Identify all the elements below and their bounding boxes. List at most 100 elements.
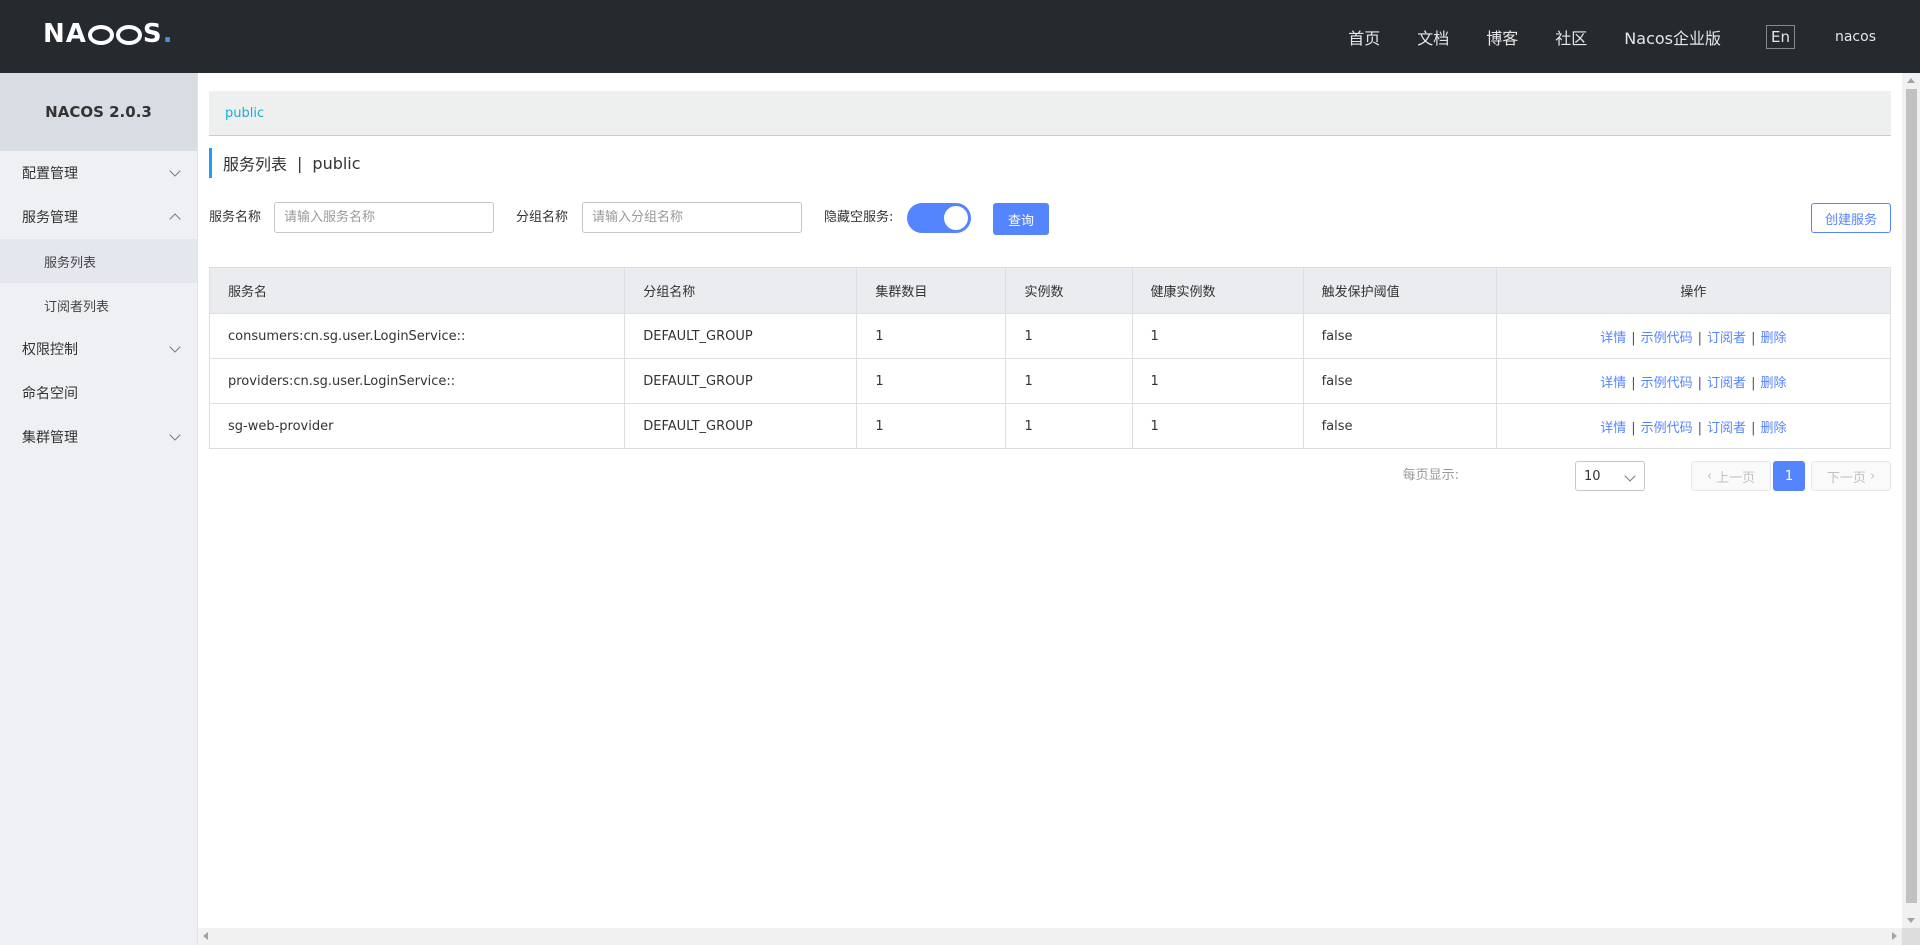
filter-form: 服务名称 分组名称 隐藏空服务: 查询 创建服务 (209, 202, 1891, 235)
delete-link[interactable]: 删除 (1760, 331, 1786, 346)
group-name-label: 分组名称 (516, 210, 569, 225)
sample-code-link[interactable]: 示例代码 (1641, 376, 1693, 391)
sidebar-item-namespace[interactable]: 命名空间 (0, 371, 197, 415)
cell-group-name: DEFAULT_GROUP (624, 358, 858, 404)
cell-protect-threshold: false (1302, 313, 1497, 359)
page-number-1[interactable]: 1 (1773, 461, 1805, 491)
action-separator: | (1631, 330, 1636, 346)
subscribers-link[interactable]: 订阅者 (1707, 421, 1746, 436)
nav-blog[interactable]: 博客 (1486, 25, 1518, 49)
sidebar-item-label: 服务列表 (44, 255, 97, 271)
cell-protect-threshold: false (1302, 358, 1497, 404)
nav-docs[interactable]: 文档 (1417, 25, 1449, 49)
cell-healthy-count: 1 (1131, 403, 1304, 449)
sidebar-item-label: 命名空间 (22, 386, 78, 402)
language-switch[interactable]: En (1766, 24, 1795, 49)
column-header-actions: 操作 (1495, 267, 1892, 314)
cell-cluster-count: 1 (856, 313, 1007, 359)
page-size-select[interactable]: 10 (1575, 461, 1645, 491)
top-nav: 首页 文档 博客 社区 Nacos企业版 En nacos (1348, 0, 1920, 73)
next-page-label: 下一页 (1826, 470, 1866, 486)
cell-cluster-count: 1 (856, 358, 1007, 404)
cell-healthy-count: 1 (1131, 313, 1304, 359)
column-header-service-name: 服务名 (208, 267, 626, 314)
chevron-left-icon: ‹ (1706, 468, 1717, 484)
scroll-up-icon[interactable] (1907, 78, 1915, 83)
sidebar-item-label: 服务管理 (22, 210, 78, 226)
chevron-right-icon: › (1865, 468, 1876, 484)
sidebar-item-label: 订阅者列表 (44, 299, 110, 315)
detail-link[interactable]: 详情 (1600, 421, 1626, 436)
page-size-label: 每页显示: (1402, 468, 1459, 483)
horizontal-scrollbar[interactable] (198, 928, 1902, 945)
service-name-label: 服务名称 (209, 210, 262, 225)
group-name-input[interactable] (582, 202, 802, 233)
sidebar-item-label: 集群管理 (22, 430, 78, 446)
subscribers-link[interactable]: 订阅者 (1707, 331, 1746, 346)
pagination: 每页显示: 10 ‹ 上一页 1 下一页 › (209, 460, 1891, 492)
cell-service-name: providers:cn.sg.user.LoginService:: (208, 358, 626, 404)
sidebar-item-access-control[interactable]: 权限控制 (0, 327, 197, 371)
vertical-scrollbar[interactable] (1902, 73, 1920, 928)
title-separator: | (297, 153, 303, 173)
delete-link[interactable]: 删除 (1760, 376, 1786, 391)
sidebar-item-service-management[interactable]: 服务管理 (0, 195, 197, 239)
scroll-right-icon[interactable] (1892, 932, 1897, 940)
cell-instance-count: 1 (1005, 358, 1133, 404)
scroll-down-icon[interactable] (1907, 918, 1915, 923)
nav-home[interactable]: 首页 (1348, 25, 1380, 49)
detail-link[interactable]: 详情 (1600, 331, 1626, 346)
logo-text-end: S (142, 19, 163, 49)
chevron-down-icon (169, 165, 181, 177)
logo-infinity-icon (87, 25, 114, 45)
sample-code-link[interactable]: 示例代码 (1641, 331, 1693, 346)
next-page-button[interactable]: 下一页 › (1811, 461, 1891, 491)
cell-service-name: sg-web-provider (208, 403, 626, 449)
nav-enterprise[interactable]: Nacos企业版 (1624, 25, 1721, 49)
action-separator: | (1631, 420, 1636, 436)
action-separator: | (1751, 375, 1756, 391)
table-header-row: 服务名 分组名称 集群数目 实例数 健康实例数 触发保护阈值 操作 (208, 267, 1892, 314)
cell-actions: 详情 | 示例代码 | 订阅者 | 删除 (1495, 358, 1892, 404)
column-header-group-name: 分组名称 (624, 267, 858, 314)
sidebar-item-label: 权限控制 (22, 342, 78, 358)
hide-empty-label: 隐藏空服务: (824, 210, 894, 225)
sidebar-item-cluster-management[interactable]: 集群管理 (0, 415, 197, 459)
hide-empty-toggle[interactable] (907, 203, 971, 233)
chevron-up-icon (169, 213, 181, 225)
sidebar: NACOS 2.0.3 配置管理 服务管理 服务列表 订阅者列表 权限控制 命名… (0, 73, 198, 945)
prev-page-button[interactable]: ‹ 上一页 (1691, 461, 1771, 491)
detail-link[interactable]: 详情 (1600, 376, 1626, 391)
sidebar-item-service-list[interactable]: 服务列表 (0, 239, 197, 283)
scrollbar-corner (1902, 928, 1920, 945)
user-menu[interactable]: nacos (1835, 29, 1876, 45)
action-separator: | (1631, 375, 1636, 391)
cell-actions: 详情 | 示例代码 | 订阅者 | 删除 (1495, 403, 1892, 449)
cell-actions: 详情 | 示例代码 | 订阅者 | 删除 (1495, 313, 1892, 359)
chevron-down-icon (169, 341, 181, 353)
namespace-link-public[interactable]: public (225, 106, 264, 121)
sidebar-item-subscriber-list[interactable]: 订阅者列表 (0, 283, 197, 327)
column-header-protect-threshold: 触发保护阈值 (1302, 267, 1497, 314)
delete-link[interactable]: 删除 (1760, 421, 1786, 436)
chevron-down-icon (169, 429, 181, 441)
column-header-cluster-count: 集群数目 (856, 267, 1007, 314)
column-header-instance-count: 实例数 (1005, 267, 1133, 314)
sidebar-item-config-management[interactable]: 配置管理 (0, 151, 197, 195)
cell-protect-threshold: false (1302, 403, 1497, 449)
action-separator: | (1697, 375, 1703, 391)
query-button[interactable]: 查询 (993, 203, 1049, 235)
prev-page-label: 上一页 (1716, 470, 1756, 486)
table-row: consumers:cn.sg.user.LoginService:: DEFA… (208, 313, 1892, 359)
cell-healthy-count: 1 (1131, 358, 1304, 404)
create-service-button[interactable]: 创建服务 (1811, 203, 1891, 233)
nacos-logo[interactable]: NA S. (43, 18, 174, 50)
service-name-input[interactable] (274, 202, 494, 233)
scroll-left-icon[interactable] (203, 932, 208, 940)
scroll-thumb[interactable] (1906, 89, 1917, 903)
cell-instance-count: 1 (1005, 313, 1133, 359)
chevron-down-icon (1624, 470, 1636, 482)
sample-code-link[interactable]: 示例代码 (1641, 421, 1693, 436)
nav-community[interactable]: 社区 (1555, 25, 1587, 49)
subscribers-link[interactable]: 订阅者 (1707, 376, 1746, 391)
